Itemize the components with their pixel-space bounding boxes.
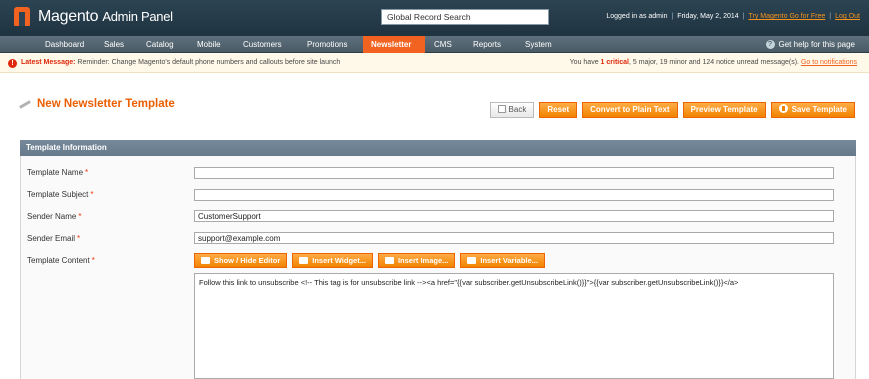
logo-text: Magento Admin Panel xyxy=(38,8,173,26)
pencil-icon xyxy=(19,100,31,109)
logo-sub-text: Admin Panel xyxy=(102,8,173,24)
nav-catalog[interactable]: Catalog xyxy=(138,36,182,53)
sender-email-label: Sender Email * xyxy=(27,234,80,243)
notice-prefix: You have xyxy=(569,59,599,66)
toggle-editor-icon xyxy=(201,257,210,264)
system-notice: ! Latest Message: Reminder: Change Magen… xyxy=(0,53,869,73)
nav-system[interactable]: System xyxy=(517,36,560,53)
sender-name-input[interactable] xyxy=(194,210,834,222)
header-user-info: Logged in as admin | Friday, May 2, 2014 | T… xyxy=(606,13,860,20)
widget-icon xyxy=(299,257,309,264)
nav-sales[interactable]: Sales xyxy=(96,36,132,53)
insert-variable-label: Insert Variable... xyxy=(480,256,538,265)
logo-main-text: Magento xyxy=(38,7,99,25)
notice-counts: , 5 major, 19 minor and 124 notice unrea… xyxy=(628,59,800,66)
editor-toolbar: Show / Hide Editor Insert Widget... Inse… xyxy=(194,253,545,268)
back-icon xyxy=(497,105,506,113)
save-icon xyxy=(778,104,788,113)
critical-alert-icon: ! xyxy=(8,59,17,68)
toggle-editor-label: Show / Hide Editor xyxy=(214,256,281,265)
page-title: New Newsletter Template xyxy=(37,98,175,110)
nav-promotions[interactable]: Promotions xyxy=(299,36,355,53)
sender-name-label: Sender Name * xyxy=(27,212,81,221)
save-template-button[interactable]: Save Template xyxy=(770,102,855,118)
back-label: Back xyxy=(508,105,527,114)
page-header: New Newsletter Template xyxy=(19,98,175,110)
template-subject-label-text: Template Subject xyxy=(27,190,89,199)
required-mark: * xyxy=(78,212,82,221)
notice-message: Latest Message: Reminder: Change Magento… xyxy=(21,59,340,66)
template-name-label: Template Name * xyxy=(27,168,88,177)
logout-link[interactable]: Log Out xyxy=(835,13,860,20)
logged-in-text: Logged in as admin xyxy=(606,13,668,20)
insert-widget-label: Insert Widget... xyxy=(312,256,366,265)
help-link[interactable]: ? Get help for this page xyxy=(765,36,856,53)
nav-mobile[interactable]: Mobile xyxy=(189,36,229,53)
critical-count: 1 critical xyxy=(600,59,629,66)
section-header: Template Information xyxy=(20,140,856,156)
preview-template-button[interactable]: Preview Template xyxy=(682,102,766,118)
template-name-input[interactable] xyxy=(194,167,834,179)
notice-summary: You have 1 critical, 5 major, 19 minor a… xyxy=(570,59,857,66)
notice-label: Latest Message: xyxy=(21,59,76,66)
notice-body: Reminder: Change Magento's default phone… xyxy=(77,59,341,66)
template-name-label-text: Template Name xyxy=(27,168,84,177)
required-mark: * xyxy=(77,234,81,243)
show-hide-editor-button[interactable]: Show / Hide Editor xyxy=(194,253,288,268)
try-magento-link[interactable]: Try Magento Go for Free xyxy=(748,13,825,20)
template-subject-input[interactable] xyxy=(194,189,834,201)
help-icon: ? xyxy=(765,40,775,50)
convert-plain-text-button[interactable]: Convert to Plain Text xyxy=(582,102,678,118)
sender-email-label-text: Sender Email xyxy=(27,234,76,243)
magento-logo[interactable]: Magento Admin Panel xyxy=(14,7,173,26)
nav-cms[interactable]: CMS xyxy=(426,36,460,53)
required-mark: * xyxy=(85,168,89,177)
back-button[interactable]: Back xyxy=(489,102,535,118)
template-content-label-text: Template Content xyxy=(27,256,90,265)
template-content-label: Template Content * xyxy=(27,256,95,265)
save-label: Save Template xyxy=(791,105,847,114)
insert-image-label: Insert Image... xyxy=(397,256,449,265)
nav-reports[interactable]: Reports xyxy=(465,36,509,53)
nav-dashboard[interactable]: Dashboard xyxy=(37,36,92,53)
page-actions: Back Reset Convert to Plain Text Preview… xyxy=(489,102,855,118)
template-subject-label: Template Subject * xyxy=(27,190,94,199)
insert-widget-button[interactable]: Insert Widget... xyxy=(292,253,373,268)
sender-name-label-text: Sender Name xyxy=(27,212,77,221)
magento-logo-icon xyxy=(14,7,30,26)
nav-customers[interactable]: Customers xyxy=(235,36,290,53)
required-mark: * xyxy=(90,190,94,199)
insert-variable-button[interactable]: Insert Variable... xyxy=(460,253,545,268)
insert-image-button[interactable]: Insert Image... xyxy=(377,253,456,268)
sender-email-input[interactable] xyxy=(194,232,834,244)
date-text: Friday, May 2, 2014 xyxy=(677,13,739,20)
notifications-link[interactable]: Go to notifications xyxy=(801,59,857,66)
nav-newsletter[interactable]: Newsletter xyxy=(363,36,425,53)
admin-header: Magento Admin Panel Logged in as admin|F… xyxy=(0,0,869,36)
reset-button[interactable]: Reset xyxy=(539,102,578,118)
image-icon xyxy=(384,257,394,264)
required-mark: * xyxy=(91,256,95,265)
help-text: Get help for this page xyxy=(778,40,856,49)
variable-icon xyxy=(467,257,477,264)
main-nav: Dashboard Sales Catalog Mobile Customers… xyxy=(0,36,869,53)
global-search-input[interactable] xyxy=(381,9,549,25)
template-content-textarea[interactable]: Follow this link to unsubscribe <!-- Thi… xyxy=(194,273,834,379)
